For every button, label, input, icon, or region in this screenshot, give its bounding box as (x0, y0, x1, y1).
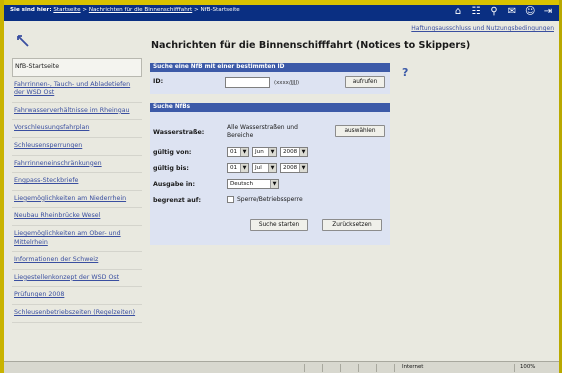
sidebar-item-betriebszeiten[interactable]: Schleusenbetriebszeiten (Regelzeiten) (12, 305, 142, 323)
wrench-logo-icon (17, 35, 29, 47)
limited-to-label: begrenzt auf: (153, 197, 202, 204)
valid-to-day-select[interactable]: 01 ▼ (227, 163, 249, 173)
id-label: ID: (153, 78, 164, 85)
valid-from-day-select[interactable]: 01 ▼ (227, 147, 249, 157)
sidebar-item-pruefungen[interactable]: Prüfungen 2008 (12, 287, 142, 305)
breadcrumb-separator: > (82, 7, 88, 13)
mail-icon[interactable]: ✉ (507, 6, 517, 18)
status-bar: Internet 100% (4, 361, 559, 373)
breadcrumb-binnenschifffahrt[interactable]: Nachrichten für die Binnenschifffahrt (89, 7, 192, 13)
sidebar-item-liegestellen[interactable]: Liegestellenkonzept der WSD Ost (12, 270, 142, 288)
output-language-select[interactable]: Deutsch ▼ (227, 179, 279, 189)
search-icon[interactable]: ⚲ (489, 6, 499, 18)
sidebar-item-nfb-startseite[interactable]: NfB-Startseite (12, 58, 142, 77)
chevron-down-icon: ▼ (270, 180, 278, 188)
main-content: Nachrichten für die Binnenschifffahrt (N… (151, 40, 470, 51)
search-id-header: Suche eine NfB mit einer bestimmten ID (150, 63, 390, 72)
id-input[interactable] (225, 77, 270, 88)
search-header: Suche NfBs (150, 103, 390, 112)
valid-to-month-select[interactable]: Jul ▼ (252, 163, 277, 173)
header-icons: ⌂ ☷ ⚲ ✉ ☺ ⇥ (453, 6, 553, 18)
disclaimer-link[interactable]: Haftungsausschluss und Nutzungsbedingung… (411, 25, 554, 32)
sitemap-icon[interactable]: ☷ (471, 6, 481, 18)
chevron-down-icon: ▼ (268, 148, 276, 156)
exit-icon[interactable]: ⇥ (543, 6, 553, 18)
breadcrumb: Sie sind hier: Startseite > Nachrichten … (10, 7, 240, 13)
page-title: Nachrichten für die Binnenschifffahrt (N… (151, 40, 471, 51)
chevron-down-icon: ▼ (299, 148, 307, 156)
sidebar-item-niederrhein[interactable]: Liegemöglichkeiten am Niederrhein (12, 191, 142, 209)
security-zone: Internet (402, 364, 424, 370)
contact-icon[interactable]: ☺ (525, 6, 535, 18)
zoom-level[interactable]: 100% (520, 364, 535, 370)
search-panel: Suche NfBs Wasserstraße: Alle Wasserstra… (150, 103, 390, 245)
breadcrumb-startseite[interactable]: Startseite (53, 7, 80, 13)
breadcrumb-prefix: Sie sind hier: (10, 7, 52, 13)
output-language-label: Ausgabe in: (153, 181, 195, 188)
sidebar: NfB-Startseite Fahrrinnen-, Tauch- und A… (12, 34, 142, 323)
sidebar-item-rheingau[interactable]: Fahrwasserverhältnisse im Rheingau (12, 103, 142, 121)
sidebar-item-vorschleusung[interactable]: Vorschleusungsfahrplan (12, 120, 142, 138)
sidebar-item-schweiz[interactable]: Informationen der Schweiz (12, 252, 142, 270)
chevron-down-icon: ▼ (268, 164, 276, 172)
sidebar-item-wesel[interactable]: Neubau Rheinbrücke Wesel (12, 208, 142, 226)
valid-from-year-select[interactable]: 2008 ▼ (280, 147, 308, 157)
breadcrumb-current: NfB-Startseite (200, 7, 240, 13)
select-waterway-button[interactable]: auswählen (335, 125, 385, 137)
chevron-down-icon: ▼ (240, 164, 248, 172)
open-by-id-button[interactable]: aufrufen (345, 76, 385, 88)
chevron-down-icon: ▼ (240, 148, 248, 156)
home-icon[interactable]: ⌂ (453, 6, 463, 18)
waterway-label: Wasserstraße: (153, 129, 205, 136)
start-search-button[interactable]: Suche starten (250, 219, 308, 231)
header-bar: Sie sind hier: Startseite > Nachrichten … (4, 5, 559, 21)
closure-checkbox[interactable] (227, 196, 234, 203)
chevron-down-icon: ▼ (299, 164, 307, 172)
waterway-value: Alle Wasserstraßen und Bereiche (227, 124, 298, 139)
sidebar-item-einschraenkungen[interactable]: Fahrrinneneinschränkungen (12, 156, 142, 174)
window-frame-left (0, 0, 4, 373)
valid-from-month-select[interactable]: Jun ▼ (252, 147, 277, 157)
valid-to-label: gültig bis: (153, 165, 189, 172)
reset-button[interactable]: Zurücksetzen (322, 219, 382, 231)
help-icon[interactable]: ? (402, 66, 408, 79)
sidebar-item-ober-mittelrhein[interactable]: Liegemöglichkeiten am Ober- und Mittelrh… (12, 226, 142, 253)
id-format-hint: (xxxx/JJJJ) (274, 80, 300, 86)
closure-checkbox-label: Sperre/Betriebssperre (237, 196, 303, 203)
sidebar-item-fahrrinnen[interactable]: Fahrrinnen-, Tauch- und Abladetiefen der… (12, 77, 142, 103)
valid-from-label: gültig von: (153, 149, 192, 156)
sidebar-item-engpass[interactable]: Engpass-Steckbriefe (12, 173, 142, 191)
search-id-panel: Suche eine NfB mit einer bestimmten ID I… (150, 63, 390, 94)
sidebar-item-schleusensperrungen[interactable]: Schleusensperrungen (12, 138, 142, 156)
valid-to-year-select[interactable]: 2008 ▼ (280, 163, 308, 173)
breadcrumb-separator: > (194, 7, 199, 13)
